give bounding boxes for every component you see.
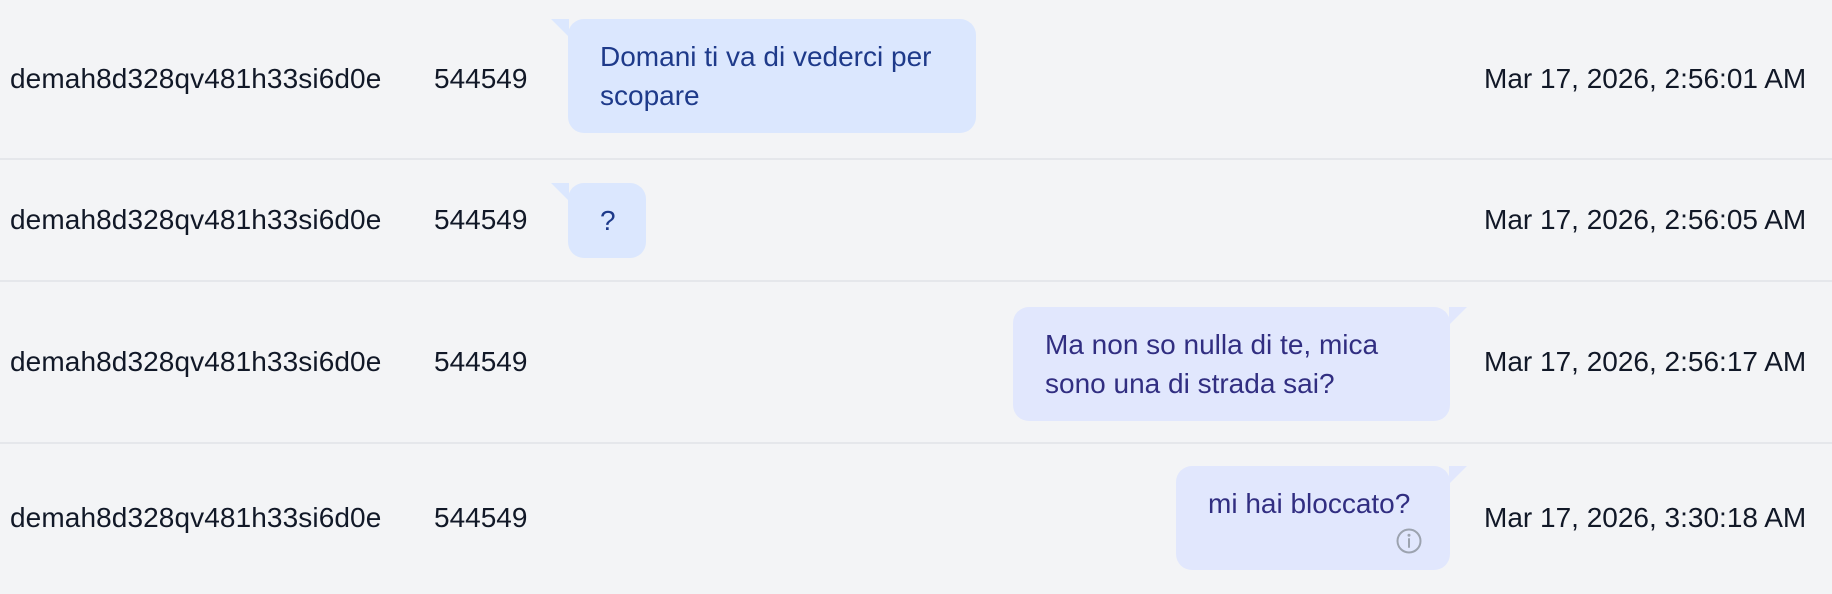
message-text: Domani ti va di vederci per scopare — [600, 40, 932, 111]
conversation-number: 544549 — [434, 63, 528, 94]
info-icon[interactable] — [1396, 528, 1422, 554]
incoming-message-bubble: Domani ti va di vederci per scopare — [551, 18, 976, 133]
message-text: Ma non so nulla di te, mica sono una di … — [1045, 329, 1379, 399]
message-text: ? — [600, 204, 616, 236]
sender-id: demah8d328qv481h33si6d0e — [10, 502, 382, 533]
messages-table: demah8d328qv481h33si6d0e 544549 Domani t… — [0, 0, 1832, 592]
message-timestamp: Mar 17, 2026, 2:56:01 AM — [1484, 63, 1807, 94]
conversation-number: 544549 — [434, 204, 528, 235]
message-text: mi hai bloccato? — [1208, 488, 1411, 519]
message-cell: Domani ti va di vederci per scopare — [551, 18, 1482, 133]
table-row: demah8d328qv481h33si6d0e 544549 Domani t… — [0, 0, 1832, 160]
outgoing-message-bubble: mi hai bloccato? — [1176, 466, 1467, 570]
message-timestamp: Mar 17, 2026, 2:56:17 AM — [1484, 346, 1807, 377]
message-timestamp: Mar 17, 2026, 2:56:05 AM — [1484, 204, 1807, 235]
sender-id: demah8d328qv481h33si6d0e — [10, 346, 382, 377]
table-row: demah8d328qv481h33si6d0e 544549 Ma non s… — [0, 282, 1832, 444]
table-row: demah8d328qv481h33si6d0e 544549 ? Mar 17… — [0, 160, 1832, 282]
conversation-number: 544549 — [434, 346, 528, 377]
message-timestamp: Mar 17, 2026, 3:30:18 AM — [1484, 502, 1807, 533]
conversation-number: 544549 — [434, 502, 528, 533]
table-row: demah8d328qv481h33si6d0e 544549 mi hai b… — [0, 444, 1832, 592]
sender-id: demah8d328qv481h33si6d0e — [10, 63, 382, 94]
outgoing-message-bubble: Ma non so nulla di te, mica sono una di … — [1013, 307, 1467, 421]
message-cell: Ma non so nulla di te, mica sono una di … — [568, 303, 1482, 421]
message-cell: ? — [551, 182, 1482, 258]
sender-id: demah8d328qv481h33si6d0e — [10, 204, 382, 235]
message-cell: mi hai bloccato? — [568, 466, 1482, 570]
incoming-message-bubble: ? — [551, 182, 646, 258]
